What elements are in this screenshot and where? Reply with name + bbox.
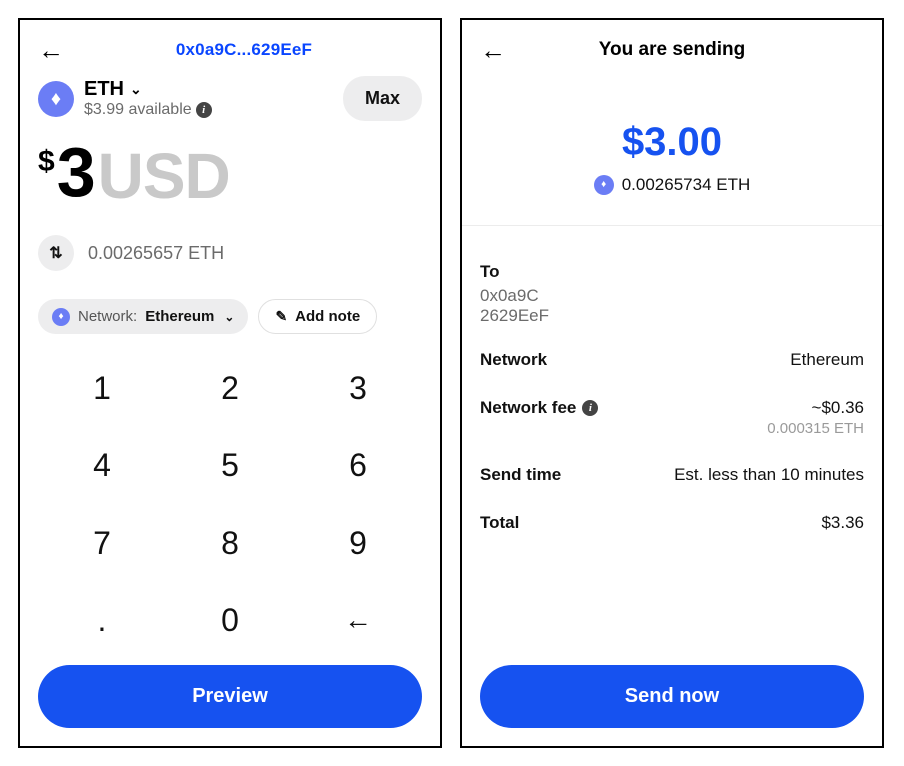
to-address-line1: 0x0a9C bbox=[480, 286, 864, 306]
chevron-down-icon: ⌄ bbox=[224, 310, 234, 324]
send-amount-eth-row: ♦ 0.00265734 ETH bbox=[480, 175, 864, 195]
key-8[interactable]: 8 bbox=[166, 505, 294, 582]
page-title: You are sending bbox=[462, 39, 882, 61]
key-6[interactable]: 6 bbox=[294, 427, 422, 504]
send-time-label: Send time bbox=[480, 465, 561, 485]
available-balance: $3.99 available i bbox=[84, 101, 212, 119]
key-7[interactable]: 7 bbox=[38, 505, 166, 582]
to-label: To bbox=[480, 262, 500, 282]
info-icon[interactable]: i bbox=[582, 400, 598, 416]
network-label: Network bbox=[480, 350, 547, 370]
network-value: Ethereum bbox=[790, 350, 864, 370]
chip-row: ♦ Network: Ethereum ⌄ ✎ Add note bbox=[38, 299, 422, 334]
info-icon[interactable]: i bbox=[196, 102, 212, 118]
key-5[interactable]: 5 bbox=[166, 427, 294, 504]
key-2[interactable]: 2 bbox=[166, 350, 294, 427]
key-1[interactable]: 1 bbox=[38, 350, 166, 427]
header: ← You are sending bbox=[480, 34, 864, 66]
send-time-value: Est. less than 10 minutes bbox=[674, 465, 864, 485]
fee-value-eth: 0.000315 ETH bbox=[767, 420, 864, 437]
to-address-line2: 2629EeF bbox=[480, 306, 864, 326]
amount-display: $ 3 USD bbox=[38, 139, 422, 213]
numeric-keypad: 1 2 3 4 5 6 7 8 9 . 0 ← bbox=[38, 350, 422, 659]
add-note-button[interactable]: ✎ Add note bbox=[258, 299, 377, 334]
network-prefix: Network: bbox=[78, 308, 137, 325]
key-9[interactable]: 9 bbox=[294, 505, 422, 582]
chevron-down-icon: ⌄ bbox=[130, 81, 142, 98]
asset-selector-row: ♦ ETH ⌄ $3.99 available i Max bbox=[38, 76, 422, 121]
total-label: Total bbox=[480, 513, 519, 533]
currency-code: USD bbox=[98, 139, 230, 213]
add-note-label: Add note bbox=[295, 308, 360, 325]
converted-amount: 0.00265657 ETH bbox=[88, 243, 224, 264]
key-4[interactable]: 4 bbox=[38, 427, 166, 504]
pencil-icon: ✎ bbox=[275, 308, 287, 325]
asset-selector[interactable]: ETH ⌄ bbox=[84, 78, 212, 101]
send-amount-usd: $3.00 bbox=[480, 120, 864, 165]
key-0[interactable]: 0 bbox=[166, 582, 294, 659]
send-now-button[interactable]: Send now bbox=[480, 665, 864, 728]
total-value: $3.36 bbox=[821, 513, 864, 533]
network-value: Ethereum bbox=[145, 308, 214, 325]
key-backspace[interactable]: ← bbox=[294, 582, 422, 659]
converted-amount-row: ⇅ 0.00265657 ETH bbox=[38, 235, 422, 271]
ethereum-icon: ♦ bbox=[594, 175, 614, 195]
detail-fee: Network fee i ~$0.36 0.000315 ETH bbox=[480, 384, 864, 451]
send-confirm-screen: ← You are sending $3.00 ♦ 0.00265734 ETH… bbox=[460, 18, 884, 748]
key-dot[interactable]: . bbox=[38, 582, 166, 659]
swap-currency-button[interactable]: ⇅ bbox=[38, 235, 74, 271]
ethereum-icon: ♦ bbox=[38, 81, 74, 117]
send-amount-eth: 0.00265734 ETH bbox=[622, 175, 751, 195]
currency-symbol: $ bbox=[38, 145, 55, 179]
back-arrow-icon: ← bbox=[38, 35, 64, 65]
network-selector[interactable]: ♦ Network: Ethereum ⌄ bbox=[38, 299, 248, 334]
detail-send-time: Send time Est. less than 10 minutes bbox=[480, 451, 864, 499]
details-list: To 0x0a9C 2629EeF Network Ethereum Netwo… bbox=[480, 248, 864, 547]
amount-summary: $3.00 ♦ 0.00265734 ETH bbox=[480, 120, 864, 195]
fee-label: Network fee bbox=[480, 398, 576, 418]
key-3[interactable]: 3 bbox=[294, 350, 422, 427]
swap-icon: ⇅ bbox=[49, 243, 62, 263]
amount-value: 3 bbox=[57, 139, 94, 206]
available-balance-text: $3.99 available bbox=[84, 101, 192, 119]
ethereum-icon: ♦ bbox=[52, 308, 70, 326]
back-button[interactable]: ← bbox=[38, 35, 66, 66]
preview-button[interactable]: Preview bbox=[38, 665, 422, 728]
max-button[interactable]: Max bbox=[343, 76, 422, 121]
asset-texts: ETH ⌄ $3.99 available i bbox=[84, 78, 212, 119]
detail-network: Network Ethereum bbox=[480, 336, 864, 384]
back-button[interactable]: ← bbox=[480, 35, 508, 66]
fee-value: ~$0.36 bbox=[767, 398, 864, 418]
to-address: 0x0a9C 2629EeF bbox=[480, 286, 864, 326]
detail-total: Total $3.36 bbox=[480, 499, 864, 547]
header: ← 0x0a9C...629EeF bbox=[38, 34, 422, 66]
back-arrow-icon: ← bbox=[480, 35, 506, 65]
asset-symbol-label: ETH bbox=[84, 78, 124, 101]
recipient-address-pill[interactable]: 0x0a9C...629EeF bbox=[176, 40, 312, 60]
divider bbox=[462, 225, 882, 226]
send-entry-screen: ← 0x0a9C...629EeF ♦ ETH ⌄ $3.99 availabl… bbox=[18, 18, 442, 748]
